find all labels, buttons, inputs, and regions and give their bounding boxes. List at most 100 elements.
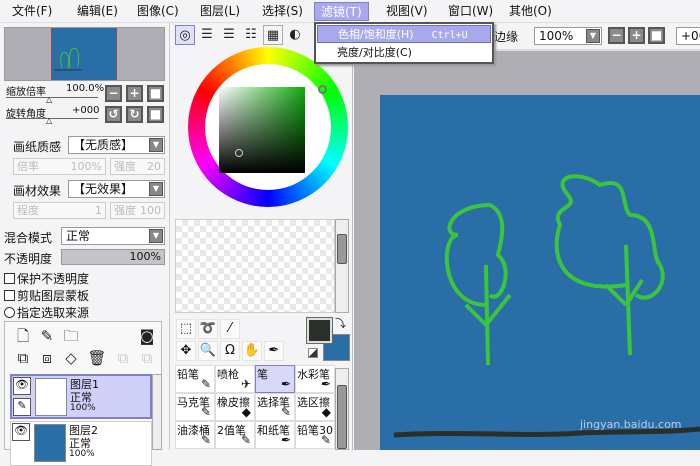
new-folder-icon[interactable]: 🗀 [61, 326, 81, 346]
brush-scrollbar[interactable] [335, 368, 349, 450]
hue-cursor[interactable] [318, 85, 327, 94]
pen-icon[interactable]: ✎ [13, 398, 31, 416]
scratchpad-tab-icon[interactable]: ◐ [285, 25, 305, 45]
scratchpad-scrollbar[interactable] [335, 219, 349, 313]
radio[interactable] [4, 307, 15, 318]
hsv-slider-tab-icon[interactable]: ☰ [219, 25, 239, 45]
rotate-value: +000 [72, 105, 100, 116]
rgb-slider-tab-icon[interactable]: ☰ [197, 25, 217, 45]
paper-texture-select[interactable]: 【无质感】 ▼ [68, 136, 165, 154]
brush-4[interactable]: 马克笔 ✎ [175, 393, 215, 421]
delete-layer-icon[interactable]: 🗑 [87, 348, 107, 368]
reset-colors-icon[interactable] [308, 348, 318, 358]
label: 色相/饱和度(H) [338, 28, 414, 41]
menu-select[interactable]: 选择(S) [256, 2, 309, 21]
blend-mode-label: 混合模式 [4, 231, 53, 245]
menu-edit[interactable]: 编辑(E) [71, 2, 124, 21]
lasso-tool[interactable]: ➰ [198, 319, 218, 339]
value: 100% [539, 29, 574, 43]
magic-wand-tool[interactable]: ⁄ [220, 319, 240, 339]
new-linework-layer-icon[interactable]: ✎ [37, 326, 57, 346]
layer-opacity: 100% [69, 449, 95, 459]
checkbox[interactable] [4, 290, 15, 301]
color-cursor[interactable] [235, 149, 243, 157]
rotate-slider-handle[interactable]: △ [46, 116, 52, 125]
zoom-out-button[interactable]: − [105, 85, 122, 102]
brush-glyph-icon: ✒ [280, 433, 291, 447]
selection-source-radio[interactable]: 指定选取来源 [4, 304, 89, 321]
saturation-value-square[interactable] [219, 87, 305, 173]
clipping-mask-checkbox[interactable]: 剪贴图层蒙板 [4, 287, 89, 304]
zoom-value: 100.0% [66, 83, 105, 94]
menu-item-brightness-contrast[interactable]: 亮度/对比度(C) [317, 44, 491, 62]
new-layer-icon[interactable]: 🗋 [13, 326, 33, 346]
brush-10[interactable]: 和纸笔 ✒ [255, 421, 295, 449]
merge-down-icon[interactable]: ⧉ [13, 348, 33, 368]
rotate-tool[interactable]: Ω [220, 341, 240, 361]
checkbox[interactable] [4, 273, 15, 284]
rotate-field[interactable]: +000 [676, 27, 700, 45]
layer-item-2[interactable]: 👁 图层2 正常 100% [10, 421, 152, 466]
eyedropper-tool[interactable]: ✒ [264, 341, 284, 361]
label: 剪贴图层蒙板 [17, 289, 90, 303]
paper-texture-label: 画纸质感 [13, 140, 62, 154]
layer-item-1[interactable]: 👁 ✎ 图层1 正常 100% [10, 374, 152, 419]
protect-opacity-checkbox[interactable]: 保护不透明度 [4, 270, 89, 287]
hue-wheel[interactable] [188, 47, 348, 207]
menu-filter[interactable]: 滤镜(T) [314, 2, 369, 21]
rate-field: 倍率 100% [13, 158, 106, 175]
menu-window[interactable]: 窗口(W) [442, 2, 499, 21]
primary-color-swatch[interactable] [306, 317, 333, 344]
zoom-slider-handle[interactable]: △ [46, 95, 52, 104]
color-wheel-tab-icon[interactable]: ◎ [175, 25, 195, 45]
clear-layer-icon[interactable]: ◇ [61, 348, 81, 368]
brush-1[interactable]: 喷枪 ✈ [215, 365, 255, 393]
move-tool[interactable]: ✥ [176, 341, 196, 361]
brush-5[interactable]: 橡皮擦 ◆ [215, 393, 255, 421]
brush-9[interactable]: 2值笔 ✎ [215, 421, 255, 449]
rotate-left-button[interactable]: ↺ [105, 106, 122, 123]
brush-11[interactable]: 铅笔30 ✎ [295, 421, 335, 449]
rect-select-tool[interactable]: ⬚ [176, 319, 196, 339]
zoom-in-button[interactable]: + [126, 85, 143, 102]
brush-0[interactable]: 铅笔 ✎ [175, 365, 215, 393]
eye-icon[interactable]: 👁 [13, 377, 31, 395]
zoom-select[interactable]: 100% ▼ [534, 27, 602, 45]
brush-2[interactable]: 笔 ✒ [255, 365, 295, 393]
swatches-tab-icon[interactable]: ▦ [263, 25, 283, 45]
rotate-reset-button[interactable]: ■ [147, 106, 164, 123]
menu-file[interactable]: 文件(F) [6, 2, 58, 21]
mixer-tab-icon[interactable]: ☷ [241, 25, 261, 45]
zoom-reset-button[interactable]: ■ [147, 85, 164, 102]
layer-scrollbar[interactable] [152, 374, 162, 450]
menu-other[interactable]: 其他(O) [503, 2, 558, 21]
hand-tool[interactable]: ✋ [242, 341, 262, 361]
opacity-slider[interactable]: 100% [61, 249, 165, 265]
scratchpad-area[interactable] [175, 219, 335, 313]
brush-label: 喷枪 [217, 368, 239, 381]
brush-6[interactable]: 选择笔 ✎ [255, 393, 295, 421]
brush-effect-select[interactable]: 【无效果】 ▼ [68, 180, 165, 198]
brush-8[interactable]: 油漆桶 ✎ [175, 421, 215, 449]
label: 倍率 [17, 160, 39, 173]
menu-item-hue-saturation[interactable]: 色相/饱和度(H) Ctrl+U [317, 25, 491, 43]
rotate-right-button[interactable]: ↻ [126, 106, 143, 123]
layer-mask-icon[interactable]: ◙ [137, 326, 157, 346]
menu-view[interactable]: 视图(V) [380, 2, 434, 21]
drawing-canvas[interactable]: jingyan.baidu.com [380, 95, 700, 450]
brush-3[interactable]: 水彩笔 ✒ [295, 365, 335, 393]
menu-layer[interactable]: 图层(L) [194, 2, 246, 21]
brush-7[interactable]: 选区擦 ◆ [295, 393, 335, 421]
toolbar-zoom-in-button[interactable]: + [628, 27, 645, 44]
toolbar-zoom-reset-button[interactable]: ■ [648, 27, 665, 44]
label: 指定选取来源 [17, 306, 90, 320]
transfer-down-icon[interactable]: ⧈ [37, 348, 57, 368]
navigator-preview[interactable] [4, 27, 165, 81]
menu-image[interactable]: 图像(C) [131, 2, 185, 21]
zoom-tool[interactable]: 🔍 [198, 341, 218, 361]
swap-colors-icon[interactable]: ⤵ [335, 315, 346, 331]
blend-mode-select[interactable]: 正常 ▼ [61, 227, 165, 245]
toolbar-zoom-out-button[interactable]: − [608, 27, 625, 44]
brush-glyph-icon: ✎ [200, 433, 211, 447]
eye-icon[interactable]: 👁 [12, 423, 30, 441]
